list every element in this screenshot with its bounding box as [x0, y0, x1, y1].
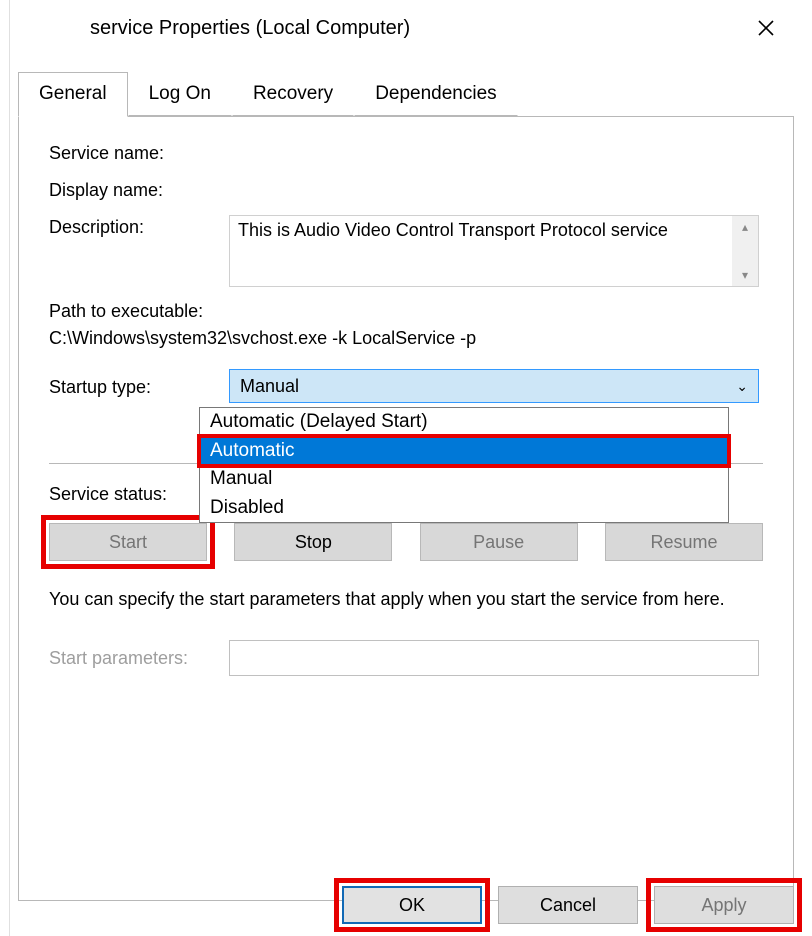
display-name-row: Display name:: [49, 178, 763, 201]
tab-general[interactable]: General: [18, 72, 128, 117]
start-params-note: You can specify the start parameters tha…: [49, 587, 763, 612]
pause-button[interactable]: Pause: [420, 523, 578, 561]
left-margin: [0, 0, 10, 936]
scroll-down-icon: ▾: [742, 268, 748, 282]
description-label: Description:: [49, 215, 229, 238]
tabs: General Log On Recovery Dependencies: [18, 72, 794, 117]
titlebar: service Properties (Local Computer): [10, 0, 802, 56]
description-scrollbar[interactable]: ▴ ▾: [732, 216, 758, 286]
service-name-row: Service name:: [49, 141, 763, 164]
button-label: Resume: [650, 532, 717, 553]
display-name-label: Display name:: [49, 178, 229, 201]
description-text: This is Audio Video Control Transport Pr…: [238, 220, 668, 240]
start-params-row: Start parameters:: [49, 640, 763, 676]
cancel-button[interactable]: Cancel: [498, 886, 638, 924]
tab-label: Dependencies: [375, 83, 496, 104]
service-properties-window: service Properties (Local Computer) Gene…: [10, 0, 802, 936]
ok-button[interactable]: OK: [342, 886, 482, 924]
path-label: Path to executable:: [49, 301, 763, 322]
description-box[interactable]: This is Audio Video Control Transport Pr…: [229, 215, 759, 287]
option-automatic[interactable]: Automatic: [200, 437, 728, 466]
start-params-input[interactable]: [229, 640, 759, 676]
button-label: Start: [109, 532, 147, 553]
tabs-container: General Log On Recovery Dependencies Ser…: [10, 56, 802, 901]
button-label: Pause: [473, 532, 524, 553]
stop-button[interactable]: Stop: [234, 523, 392, 561]
startup-label: Startup type:: [49, 375, 229, 398]
option-manual[interactable]: Manual: [200, 465, 728, 494]
dialog-buttons: OK Cancel Apply: [342, 886, 794, 924]
scroll-up-icon: ▴: [742, 220, 748, 234]
start-params-label: Start parameters:: [49, 648, 229, 669]
option-automatic-delayed[interactable]: Automatic (Delayed Start): [200, 408, 728, 437]
apply-button[interactable]: Apply: [654, 886, 794, 924]
close-button[interactable]: [746, 8, 786, 48]
path-value: C:\Windows\system32\svchost.exe -k Local…: [49, 328, 763, 349]
service-buttons-row: Start Stop Pause Resume: [49, 523, 763, 561]
option-label: Manual: [210, 468, 272, 489]
tab-label: General: [39, 83, 107, 104]
start-button-highlight: Start: [49, 523, 207, 561]
ok-button-highlight: OK: [342, 886, 482, 924]
description-row: Description: This is Audio Video Control…: [49, 215, 763, 287]
option-disabled[interactable]: Disabled: [200, 494, 728, 523]
startup-row: Startup type: Manual ⌄: [49, 369, 763, 403]
close-icon: [757, 19, 775, 37]
button-label: Apply: [701, 895, 746, 916]
option-label: Disabled: [210, 497, 284, 518]
tab-dependencies[interactable]: Dependencies: [354, 72, 517, 116]
tab-label: Recovery: [253, 83, 333, 104]
resume-button[interactable]: Resume: [605, 523, 763, 561]
option-label: Automatic (Delayed Start): [210, 411, 428, 432]
start-button[interactable]: Start: [49, 523, 207, 561]
button-label: OK: [399, 895, 425, 916]
startup-selected-value: Manual: [240, 376, 299, 397]
startup-type-dropdown[interactable]: Automatic (Delayed Start) Automatic Manu…: [199, 407, 729, 523]
button-label: Stop: [295, 532, 332, 553]
window-title: service Properties (Local Computer): [90, 17, 410, 40]
startup-type-combo[interactable]: Manual ⌄: [229, 369, 759, 403]
option-label: Automatic: [210, 440, 294, 461]
tab-recovery[interactable]: Recovery: [232, 72, 354, 116]
tab-log-on[interactable]: Log On: [128, 72, 232, 116]
service-name-label: Service name:: [49, 141, 229, 164]
button-label: Cancel: [540, 895, 596, 916]
general-panel: Service name: Display name: Description:…: [18, 117, 794, 901]
apply-button-highlight: Apply: [654, 886, 794, 924]
chevron-down-icon: ⌄: [736, 378, 748, 395]
tab-label: Log On: [149, 83, 211, 104]
path-block: Path to executable: C:\Windows\system32\…: [49, 301, 763, 349]
